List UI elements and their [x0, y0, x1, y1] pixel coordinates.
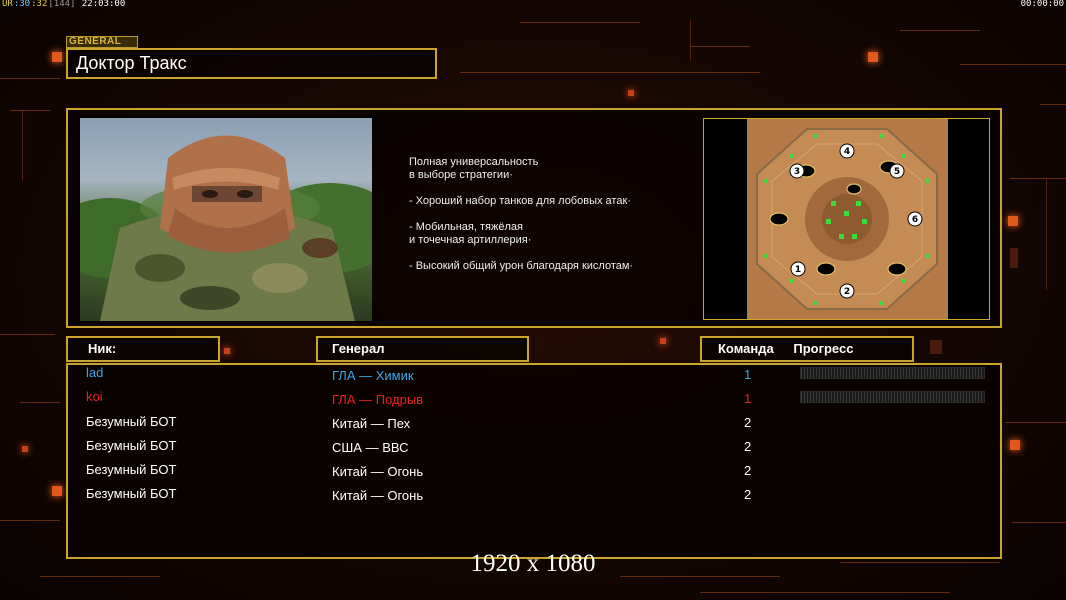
- map-preview[interactable]: 1 2 3 4 5 6: [703, 118, 990, 320]
- map-slot-label: 3: [794, 167, 800, 177]
- player-team: 2: [744, 487, 752, 502]
- player-progress-bar: [800, 367, 985, 379]
- general-name: Доктор Тракс: [66, 48, 437, 79]
- general-portrait: [80, 118, 372, 321]
- nick-header-label: Ник:: [88, 341, 117, 356]
- player-team: 1: [744, 391, 752, 406]
- player-progress-bar: [800, 391, 985, 403]
- team-header-label: Команда: [718, 341, 774, 356]
- general-header-label: Генерал: [332, 341, 385, 356]
- map-slot-label: 4: [844, 147, 850, 157]
- map-slot-label: 5: [894, 167, 900, 177]
- player-nick: Безумный БОТ: [86, 462, 177, 477]
- map-slot-label: 6: [912, 215, 918, 225]
- general-tag: GENERAL: [66, 36, 138, 48]
- player-general: Китай — Огонь: [332, 464, 424, 479]
- description-line: - Высокий общий урон благодаря кислотам·: [409, 260, 634, 272]
- player-general: США — ВВС: [332, 440, 409, 455]
- progress-header-label: Прогресс: [793, 341, 854, 356]
- player-team: 1: [744, 367, 752, 382]
- player-team: 2: [744, 415, 752, 430]
- player-nick: Безумный БОТ: [86, 438, 177, 453]
- nick-column-header: Ник:: [66, 336, 220, 362]
- hud-stat-part: [144]: [48, 0, 76, 9]
- hud-stats: UR:30:32[144] 22:03:00: [2, 0, 126, 9]
- player-general: ГЛА — Подрыв: [332, 392, 424, 407]
- hud-timer: 00:00:00: [1020, 0, 1064, 9]
- player-general: Китай — Пех: [332, 416, 411, 431]
- hud-stat-part: UR: [2, 0, 13, 9]
- hud-stat-part: :32: [31, 0, 48, 9]
- map-slot-label: 2: [844, 287, 850, 297]
- general-column-header: Генерал: [316, 336, 529, 362]
- player-general: Китай — Огонь: [332, 488, 424, 503]
- player-general: ГЛА — Химик: [332, 368, 414, 383]
- description-line: - Хороший набор танков для лобовых атак·: [409, 195, 631, 207]
- general-description: Полная универсальность в выборе стратеги…: [409, 156, 679, 286]
- player-nick: lad: [86, 365, 104, 380]
- player-nick: koi: [86, 389, 103, 404]
- player-nick: Безумный БОТ: [86, 414, 177, 429]
- description-line: Полная универсальность в выборе стратеги…: [409, 156, 539, 181]
- hud-stat-part: 22:03:00: [76, 0, 126, 9]
- player-team: 2: [744, 463, 752, 478]
- player-team: 2: [744, 439, 752, 454]
- description-line: - Мобильная, тяжёлая и точечная артиллер…: [409, 221, 532, 246]
- resolution-label: 1920 x 1080: [470, 550, 596, 577]
- map-slot-label: 1: [795, 265, 801, 275]
- team-progress-header: Команда Прогресс: [700, 336, 914, 362]
- hud-stat-part: :30: [13, 0, 31, 9]
- player-nick: Безумный БОТ: [86, 486, 177, 501]
